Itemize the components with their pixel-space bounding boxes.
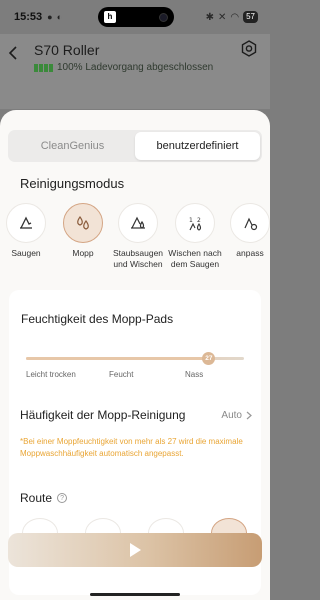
mop-frequency-value: Auto xyxy=(221,409,242,421)
mode-label: anpass xyxy=(236,248,264,258)
mode-custom[interactable]: anpass xyxy=(220,203,270,259)
vacuum-mop-icon xyxy=(118,203,158,243)
mop-after-vacuum-icon: 12 xyxy=(175,203,215,243)
tab-cleangenius[interactable]: CleanGenius xyxy=(10,132,135,160)
app-activity-icon: h xyxy=(104,11,116,23)
cleaning-mode-list: Saugen Mopp Staubsaugen und Wischen 12 W… xyxy=(0,203,270,273)
route-header: Route ? xyxy=(20,491,68,505)
play-icon xyxy=(129,543,141,557)
mop-frequency-title: Häufigkeit der Mopp-Reinigung xyxy=(20,408,186,422)
device-title: S70 Roller xyxy=(34,42,100,58)
status-right: ✱ ✕ ◠ 57 xyxy=(206,11,258,23)
notification-icons: ● ◐ xyxy=(47,12,62,22)
mop-frequency-row[interactable]: Häufigkeit der Mopp-Reinigung Auto xyxy=(20,408,252,422)
mode-vacuum[interactable]: Saugen xyxy=(0,203,56,259)
custom-icon xyxy=(230,203,270,243)
mode-vacuum-and-mop[interactable]: Staubsaugen und Wischen xyxy=(108,203,168,270)
mop-frequency-value-wrap: Auto xyxy=(221,408,252,422)
status-time: 15:53 xyxy=(14,11,43,23)
mode-label: Mopp xyxy=(72,248,94,258)
mode-label: Staubsaugen und Wischen xyxy=(112,248,164,269)
back-arrow-icon[interactable] xyxy=(6,44,20,62)
dynamic-island: h xyxy=(98,7,174,27)
slider-fill xyxy=(26,357,209,360)
chevron-right-icon xyxy=(246,411,252,419)
moisture-label-damp: Feucht xyxy=(109,370,134,379)
moisture-label-wet: Nass xyxy=(185,370,204,379)
google-icon: ◐ xyxy=(56,12,63,22)
route-title: Route xyxy=(20,491,53,505)
svg-text:2: 2 xyxy=(197,217,201,224)
wifi-icon: ◠ xyxy=(230,11,240,23)
svg-text:1: 1 xyxy=(189,217,193,224)
mode-tabs: CleanGenius benutzerdefiniert xyxy=(8,130,262,162)
camera-icon xyxy=(159,12,168,22)
battery-icon: 57 xyxy=(243,11,258,23)
home-indicator xyxy=(90,593,180,596)
device-status: 100% Ladevorgang abgeschlossen xyxy=(34,62,213,73)
gear-icon[interactable] xyxy=(240,40,258,58)
mode-label: Wischen nach dem Saugen xyxy=(168,248,222,269)
mode-mop[interactable]: Mopp xyxy=(53,203,113,259)
tab-custom[interactable]: benutzerdefiniert xyxy=(135,132,260,160)
mute-icon: ✕ xyxy=(217,11,227,23)
mode-mop-after-vacuum[interactable]: 12 Wischen nach dem Saugen xyxy=(165,203,225,270)
device-status-text: 100% Ladevorgang abgeschlossen xyxy=(57,62,214,73)
mode-label: Saugen xyxy=(11,248,41,258)
mop-drops-icon xyxy=(63,203,103,243)
bluetooth-icon: ✱ xyxy=(205,11,214,23)
vacuum-icon xyxy=(6,203,46,243)
start-cleaning-button[interactable] xyxy=(8,533,262,567)
gmail-icon: ● xyxy=(47,12,53,22)
moisture-label-dry: Leicht trocken xyxy=(26,370,76,379)
moisture-hint: *Bei einer Moppfeuchtigkeit von mehr als… xyxy=(20,437,243,458)
battery-level-icon xyxy=(34,63,53,72)
cleaning-settings-sheet: CleanGenius benutzerdefiniert Reinigungs… xyxy=(0,110,270,600)
moisture-title: Feuchtigkeit des Mopp-Pads xyxy=(21,312,174,326)
cleaning-mode-title: Reinigungsmodus xyxy=(20,176,125,191)
help-icon[interactable]: ? xyxy=(57,493,68,503)
